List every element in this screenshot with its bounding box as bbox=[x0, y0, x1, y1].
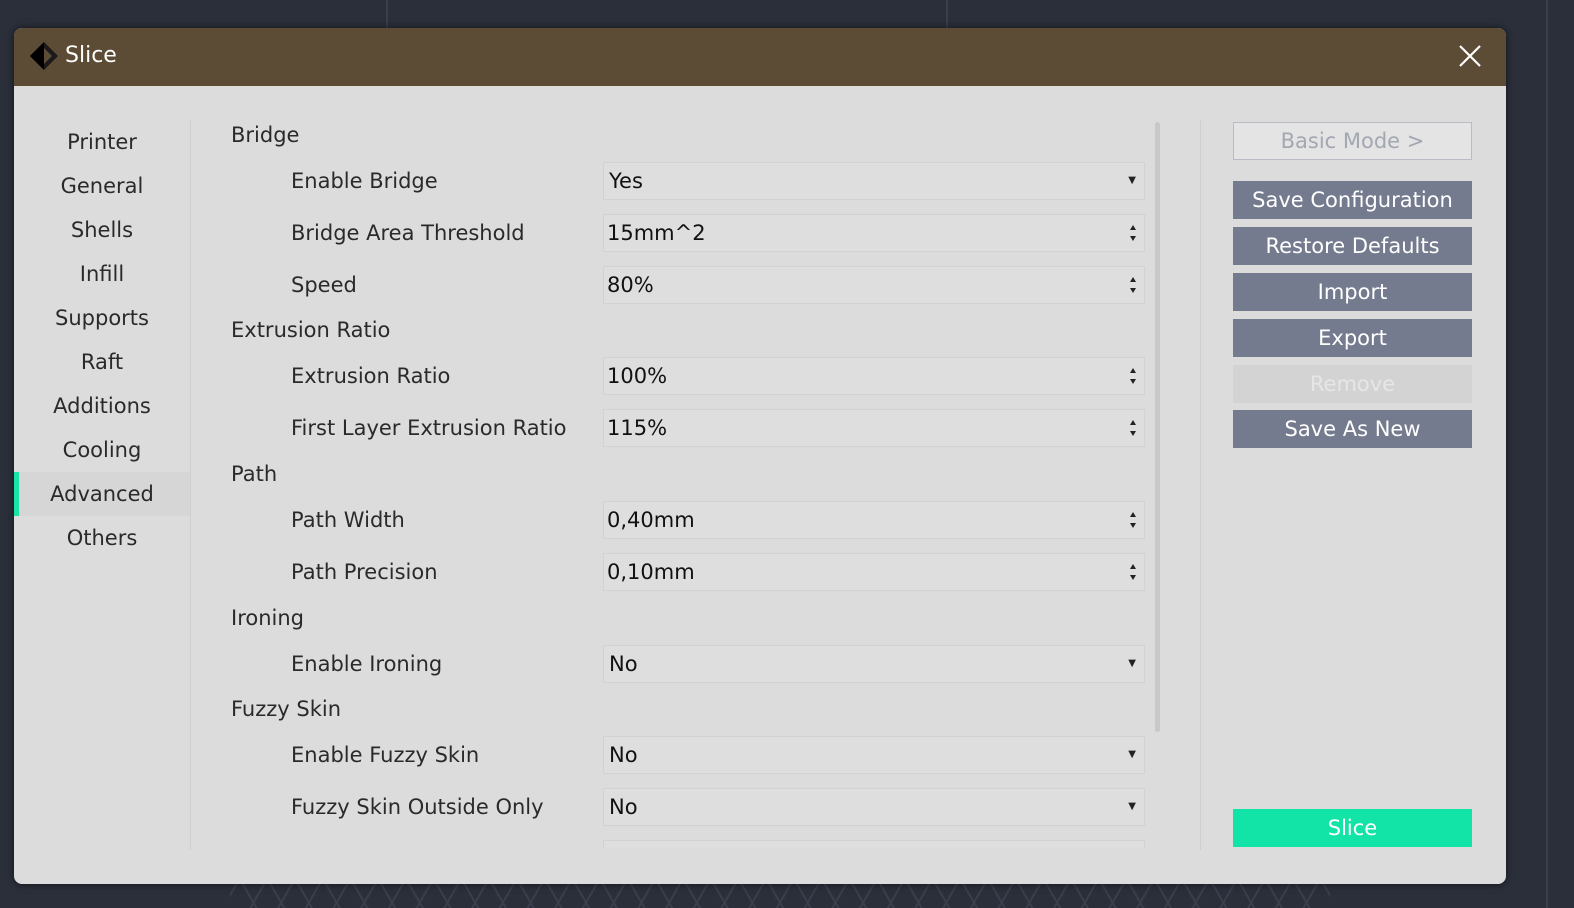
fuzzy-skin-outside-only-select[interactable]: No ▼ bbox=[603, 788, 1145, 826]
export-button[interactable]: Export bbox=[1233, 319, 1472, 357]
sidebar-item-supports[interactable]: Supports bbox=[14, 296, 190, 340]
first-layer-extrusion-ratio-label: First Layer Extrusion Ratio bbox=[291, 416, 567, 440]
enable-ironing-select[interactable]: No ▼ bbox=[603, 645, 1145, 683]
sidebar-item-cooling[interactable]: Cooling bbox=[14, 428, 190, 472]
sidebar-item-others[interactable]: Others bbox=[14, 516, 190, 560]
bridge-area-threshold-spinbox[interactable]: 15mm^2 bbox=[603, 214, 1145, 252]
spin-arrows-icon[interactable] bbox=[1129, 367, 1137, 385]
path-precision-spinbox[interactable]: 0,10mm bbox=[603, 553, 1145, 591]
close-icon[interactable] bbox=[1456, 42, 1484, 70]
chevron-down-icon: ▼ bbox=[1128, 801, 1136, 812]
viewport-grid-line bbox=[386, 0, 388, 28]
enable-bridge-value: Yes bbox=[609, 169, 643, 193]
sidebar-item-infill[interactable]: Infill bbox=[14, 252, 190, 296]
spin-arrows-icon[interactable] bbox=[1129, 419, 1137, 437]
sidebar-item-raft[interactable]: Raft bbox=[14, 340, 190, 384]
bridge-speed-label: Speed bbox=[291, 273, 357, 297]
enable-fuzzy-skin-select[interactable]: No ▼ bbox=[603, 736, 1145, 774]
bridge-area-threshold-label: Bridge Area Threshold bbox=[291, 221, 525, 245]
spin-arrows-icon[interactable] bbox=[1129, 224, 1137, 242]
enable-ironing-label: Enable Ironing bbox=[291, 652, 443, 676]
enable-fuzzy-skin-value: No bbox=[609, 743, 638, 767]
path-width-label: Path Width bbox=[291, 508, 405, 532]
actions-divider bbox=[1200, 120, 1201, 850]
enable-ironing-value: No bbox=[609, 652, 638, 676]
save-as-new-button[interactable]: Save As New bbox=[1233, 410, 1472, 448]
advanced-settings-panel: Bridge Enable Bridge Yes ▼ Bridge Area T… bbox=[229, 118, 1149, 848]
slice-button[interactable]: Slice bbox=[1233, 809, 1472, 847]
settings-scrollbar[interactable] bbox=[1155, 122, 1160, 732]
bridge-speed-value: 80% bbox=[607, 273, 654, 297]
section-title-path: Path bbox=[231, 462, 278, 486]
spin-arrows-icon[interactable] bbox=[1129, 511, 1137, 529]
enable-fuzzy-skin-label: Enable Fuzzy Skin bbox=[291, 743, 480, 767]
remove-button[interactable]: Remove bbox=[1233, 365, 1472, 403]
section-title-ironing: Ironing bbox=[231, 606, 304, 630]
sidebar-divider bbox=[190, 120, 191, 850]
chevron-down-icon: ▼ bbox=[1128, 175, 1136, 186]
section-title-fuzzy-skin: Fuzzy Skin bbox=[231, 697, 342, 721]
restore-defaults-button[interactable]: Restore Defaults bbox=[1233, 227, 1472, 265]
extrusion-ratio-spinbox[interactable]: 100% bbox=[603, 357, 1145, 395]
next-setting-field-partial[interactable] bbox=[603, 840, 1145, 848]
viewport-grid-line bbox=[946, 0, 948, 28]
path-precision-value: 0,10mm bbox=[607, 560, 695, 584]
spin-arrows-icon[interactable] bbox=[1129, 276, 1137, 294]
chevron-down-icon: ▼ bbox=[1128, 749, 1136, 760]
settings-category-nav: Printer General Shells Infill Supports R… bbox=[14, 120, 190, 560]
spin-arrows-icon[interactable] bbox=[1129, 563, 1137, 581]
fuzzy-skin-outside-only-value: No bbox=[609, 795, 638, 819]
basic-mode-button[interactable]: Basic Mode > bbox=[1233, 122, 1472, 160]
import-button[interactable]: Import bbox=[1233, 273, 1472, 311]
sidebar-item-printer[interactable]: Printer bbox=[14, 120, 190, 164]
section-title-extrusion-ratio: Extrusion Ratio bbox=[231, 318, 391, 342]
sidebar-item-advanced[interactable]: Advanced bbox=[14, 472, 190, 516]
path-precision-label: Path Precision bbox=[291, 560, 438, 584]
chevron-down-icon: ▼ bbox=[1128, 658, 1136, 669]
first-layer-extrusion-ratio-spinbox[interactable]: 115% bbox=[603, 409, 1145, 447]
fuzzy-skin-outside-only-label: Fuzzy Skin Outside Only bbox=[291, 795, 544, 819]
bridge-area-threshold-value: 15mm^2 bbox=[607, 221, 706, 245]
viewport-grid-line bbox=[1546, 0, 1548, 908]
path-width-value: 0,40mm bbox=[607, 508, 695, 532]
bridge-speed-spinbox[interactable]: 80% bbox=[603, 266, 1145, 304]
save-configuration-button[interactable]: Save Configuration bbox=[1233, 181, 1472, 219]
path-width-spinbox[interactable]: 0,40mm bbox=[603, 501, 1145, 539]
enable-bridge-label: Enable Bridge bbox=[291, 169, 438, 193]
sidebar-item-general[interactable]: General bbox=[14, 164, 190, 208]
extrusion-ratio-label: Extrusion Ratio bbox=[291, 364, 451, 388]
sidebar-item-shells[interactable]: Shells bbox=[14, 208, 190, 252]
enable-bridge-select[interactable]: Yes ▼ bbox=[603, 162, 1145, 200]
slice-dialog: Slice Printer General Shells Infill Supp… bbox=[14, 28, 1506, 884]
first-layer-extrusion-ratio-value: 115% bbox=[607, 416, 668, 440]
dialog-title: Slice bbox=[65, 43, 117, 68]
extrusion-ratio-value: 100% bbox=[607, 364, 668, 388]
sidebar-item-additions[interactable]: Additions bbox=[14, 384, 190, 428]
section-title-bridge: Bridge bbox=[231, 123, 300, 147]
diamond-logo-icon bbox=[30, 42, 58, 70]
dialog-titlebar: Slice bbox=[14, 28, 1506, 86]
